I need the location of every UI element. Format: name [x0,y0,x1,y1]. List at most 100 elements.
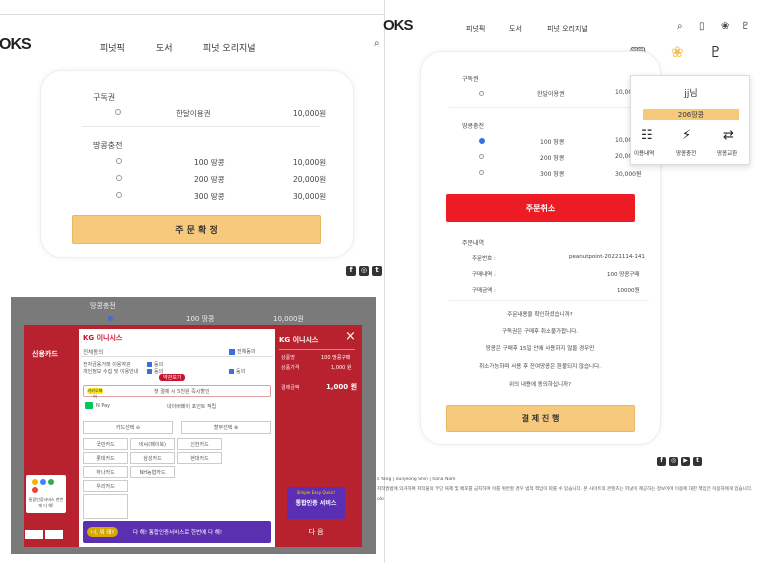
subscription-title: 구독권 [462,76,479,83]
card-option[interactable]: 비씨(페이북) [130,438,175,450]
nav-books[interactable]: 도서 [156,41,173,54]
terms-all[interactable]: 전체동의 [229,348,255,355]
popup-action[interactable]: 이용내역 [634,149,654,157]
cancel-order-button[interactable]: 주문취소 [446,194,635,222]
charge-price: 20,000원 [293,175,327,184]
installment-select[interactable]: 할부선택 ⊕ [181,421,271,434]
book-icon[interactable]: ▯ [699,21,705,32]
card-option[interactable]: 국민카드 [83,438,128,450]
search-icon[interactable]: ⌕ [374,38,380,49]
user-icon[interactable]: ♇ [741,21,750,32]
payment-form: KG 이니시스 전체동의 전체동의 전자금융거래 이용약관 개인정보 수집 및 … [79,329,275,547]
radio-button[interactable] [116,192,122,198]
banner-caption: Simple Easy Quick! [296,490,336,495]
npay-label: N Pay [96,403,111,409]
charge-price: 30,000원 [615,171,642,178]
peanut-icon[interactable]: ❀ [721,21,729,32]
nav-peanut-pick[interactable]: 피넛픽 [100,41,125,54]
radio-button[interactable] [116,158,122,164]
card-option[interactable]: 현대카드 [177,452,222,464]
radio-button[interactable] [115,109,121,115]
divider [449,300,649,301]
total-label: 결제금액 [281,385,300,391]
card-option[interactable]: 삼성카드 [130,452,175,464]
banner-text: 다 해! 통합인증서비스로 한번에 다 해! [133,530,223,536]
subscription-title: 구독권 [93,93,116,102]
radio-button[interactable] [479,170,484,175]
user-icon[interactable]: ♇ [709,43,722,61]
close-icon[interactable]: × [345,329,356,344]
notice-line: 땅콩은 구매후 15일 안에 사용하지 않을 경우만 [485,346,595,352]
social-links: f ◎ ▶ t [657,457,702,466]
order-value: 100 땅콩구매 [607,272,640,278]
card-option[interactable]: 우리카드 [83,480,128,492]
instagram-icon[interactable]: ◎ [669,457,678,466]
card-option[interactable]: NH농협카드 [130,466,175,478]
charge-price: 10,000원 [293,158,327,167]
twitter-icon[interactable]: t [372,266,382,276]
notice-line: 위의 내용에 동의하십니까? [508,382,572,388]
radio-selected[interactable] [479,138,485,144]
exchange-icon[interactable]: ⇄ [723,128,734,143]
footer-line: s Yang | eunjeong Shin | hana Nam [377,477,456,482]
logo[interactable]: OKS [383,17,413,34]
youtube-icon[interactable]: ▶ [681,457,690,466]
flag-kr[interactable] [25,530,43,539]
divider [449,107,649,108]
terms-check[interactable]: 동의 [147,361,163,368]
popup-action[interactable]: 땅콩교환 [717,149,737,157]
banner-left: 너, 뭐 돼? [87,527,119,537]
radio-button[interactable] [116,175,122,181]
instagram-icon[interactable]: ◎ [359,266,369,276]
flag-us[interactable] [45,530,63,539]
total-value: 1,000 원 [326,383,358,391]
promo-box[interactable]: 통합인증서비스 한번에 다 해! [26,475,66,513]
nav-books[interactable]: 도서 [509,24,522,34]
radio-button[interactable] [479,91,484,96]
charge-name: 300 땅콩 [540,171,565,178]
auth-service-banner[interactable]: Simple Easy Quick! 통합인증 서비스 [287,487,345,519]
confirm-order-button[interactable]: 주 문 확 정 [72,215,321,244]
card-label[interactable]: 신용카드 [32,349,58,359]
integrated-auth-banner[interactable]: 너, 뭐 돼? 다 해! 통합인증서비스로 한번에 다 해! [83,521,271,543]
kakaopay-option[interactable]: 카카오페이 첫 결제 시 5천원 즉시할인 [83,385,271,399]
logo[interactable]: OKS [0,36,32,54]
history-icon[interactable]: ☷ [641,128,653,143]
footer-line: olo [377,497,384,502]
points-badge: 206땅콩 [643,109,739,120]
nav-original[interactable]: 피넛 오리지널 [547,24,588,34]
facebook-icon[interactable]: f [657,457,666,466]
popup-action[interactable]: 땅콩충전 [676,149,696,157]
nav-peanut-pick[interactable]: 피넛픽 [466,24,485,34]
divider [81,356,273,357]
facebook-icon[interactable]: f [346,266,356,276]
radio-selected[interactable] [108,316,113,321]
charge-price: 30,000원 [293,192,327,201]
subscription-name: 한달이용권 [537,91,565,98]
peanut-icon[interactable]: ❀ [671,43,684,61]
card-select[interactable]: 카드선택 ⊖ [83,421,173,434]
view-terms-button[interactable]: 약관보기 [159,374,186,381]
card-option[interactable]: 하나카드 [83,466,128,478]
radio-button[interactable] [479,154,484,159]
card-option[interactable]: 롯데카드 [83,452,128,464]
search-icon[interactable]: ⌕ [677,21,683,32]
terms-title: 전체동의 [83,350,104,356]
npay-option[interactable]: N Pay 네이버페이 포인트 적립 [83,401,271,411]
terms-check[interactable]: 동의 [229,368,245,375]
card-option[interactable] [83,494,128,519]
charge-name: 200 땅콩 [540,155,565,162]
next-button[interactable]: 다 음 [287,525,345,539]
order-title: 주문내역 [462,240,485,247]
charge-icon[interactable]: ⚡ [682,128,691,143]
twitter-icon[interactable]: t [693,457,702,466]
nav-original[interactable]: 피넛 오리지널 [203,41,256,54]
charge-title: 땅콩충전 [462,123,485,130]
charge-name: 100 땅콩 [540,139,565,146]
right-screenshot: OKS 피넛픽 도서 피넛 오리지널 ⌕ ▯ ❀ ♇ 🕮 ❀ ♇ 구독권 한달이… [377,0,761,563]
pay-button[interactable]: 결 제 진 행 [446,405,635,432]
divider [279,349,355,350]
subscription-row[interactable] [115,109,121,115]
card-option[interactable]: 신한카드 [177,438,222,450]
npay-desc: 네이버페이 포인트 적립 [167,404,217,410]
